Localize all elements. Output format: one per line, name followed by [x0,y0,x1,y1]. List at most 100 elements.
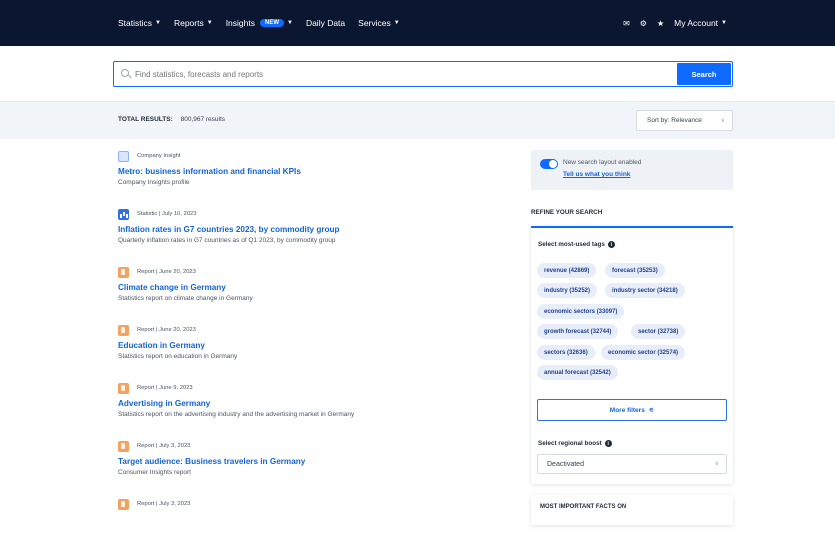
result-description: Consumer Insights report [118,469,191,476]
tag-chip[interactable]: sector (32738) [631,324,686,339]
search-area: Search [0,46,835,102]
result-meta: Statistic | July 10, 2023 [118,208,498,220]
layout-toggle-card: New search layout enabled Tell us what y… [531,150,733,190]
filter-icon: ⚟ [648,407,655,414]
result-meta-text: Report | June 20, 2023 [137,327,196,333]
total-results: TOTAL RESULTS: 800,967 results [118,116,225,123]
sort-dropdown[interactable]: Sort by: Relevance ∨ [636,110,733,131]
search-button[interactable]: Search [677,63,731,85]
result-meta-text: Report | July 3, 2023 [137,443,191,449]
refine-card: Select most-used tags i revenue (42869) … [531,226,733,484]
info-icon[interactable]: i [607,241,615,248]
chevron-down-icon: ▼ [155,20,161,26]
statistic-icon [118,208,129,220]
chevron-down-icon: ▼ [206,20,213,26]
search-icon [121,69,129,77]
result-title[interactable]: Advertising in Germany [118,399,498,408]
result-meta: Company Insight [118,150,498,162]
feedback-link[interactable]: Tell us what you think [563,171,630,178]
tag-chip[interactable]: revenue (42869) [537,263,597,278]
result-meta-text: Report | June 20, 2023 [137,269,196,275]
report-icon [118,382,129,394]
result-item: Report | July 3, 2023 [118,498,498,556]
result-item: Report | June 20, 2023 Education in Germ… [118,324,498,382]
tag-chip[interactable]: annual forecast (32542) [537,365,618,380]
regional-boost-value: Deactivated [547,460,584,468]
nav-statistics[interactable]: Statistics ▼ [118,18,161,28]
my-account-menu[interactable]: My Account ▼ [674,18,727,28]
tag-chip[interactable]: economic sector (32574) [601,345,686,360]
layout-toggle-label: New search layout enabled [563,159,642,166]
total-results-label: TOTAL RESULTS: [118,116,173,123]
company-insight-icon [118,150,129,162]
chevron-down-icon: ▼ [721,20,727,26]
tag-chip[interactable]: economic sectors (33097) [537,304,625,319]
new-badge: NEW [259,19,284,27]
result-item: Report | June 9, 2023 Advertising in Ger… [118,382,498,440]
tag-chip[interactable]: industry sector (34218) [605,283,685,298]
search-box: Search [113,61,733,87]
nav-insights[interactable]: Insights NEW ▼ [226,18,293,28]
sort-value: Sort by: Relevance [647,117,702,124]
result-description: Statistics report on climate change in G… [118,295,253,302]
nav-reports[interactable]: Reports ▼ [174,18,213,28]
top-navigation-bar: Statistics ▼ Reports ▼ Insights NEW ▼ Da… [0,0,835,46]
nav-statistics-label: Statistics [118,18,153,28]
more-filters-button[interactable]: More filters ⚟ [537,399,727,421]
chevron-down-icon: ∨ [720,118,725,124]
tag-chip[interactable]: sectors (32636) [537,345,595,360]
results-list: Company Insight Metro: business informat… [118,150,498,556]
result-meta: Report | June 20, 2023 [118,324,498,336]
result-meta-text: Report | June 9, 2023 [137,385,193,391]
total-results-value: 800,967 results [180,116,226,123]
tag-chip[interactable]: industry (35252) [537,283,598,298]
nav-right: ✉ ⚙ ★ My Account ▼ [623,0,727,46]
result-title[interactable]: Inflation rates in G7 countries 2023, by… [118,225,498,234]
results-bar: TOTAL RESULTS: 800,967 results Sort by: … [0,102,835,139]
result-item: Company Insight Metro: business informat… [118,150,498,208]
my-account-label: My Account [674,18,719,28]
nav-daily-data-label: Daily Data [305,18,346,28]
result-description: Statistics report on the advertising ind… [118,411,355,418]
chevron-down-icon: ▼ [286,20,293,26]
nav-insights-label: Insights [225,18,255,28]
regional-boost-select[interactable]: Deactivated ∨ [537,454,727,474]
result-meta-text: Report | July 3, 2023 [137,501,191,507]
gear-icon[interactable]: ⚙ [640,19,647,28]
tags-heading-label: Select most-used tags [538,241,605,248]
chevron-down-icon: ∨ [714,461,719,467]
result-item: Statistic | July 10, 2023 Inflation rate… [118,208,498,266]
nav-daily-data[interactable]: Daily Data [306,18,345,28]
more-filters-label: More filters [609,406,645,414]
result-meta: Report | June 9, 2023 [118,382,498,394]
mail-icon[interactable]: ✉ [623,19,630,28]
region-heading-label: Select regional boost [538,440,602,447]
result-title[interactable]: Education in Germany [118,341,498,350]
result-title[interactable]: Target audience: Business travelers in G… [118,457,498,466]
result-item: Report | June 20, 2023 Climate change in… [118,266,498,324]
result-meta-text: Statistic | July 10, 2023 [137,211,197,217]
result-description: Company Insights profile [118,179,190,186]
star-icon[interactable]: ★ [657,19,664,28]
search-input[interactable] [135,62,675,86]
important-facts-card: MOST IMPORTANT FACTS ON [531,495,733,525]
result-meta: Report | June 20, 2023 [118,266,498,278]
refine-heading: REFINE YOUR SEARCH [531,209,603,216]
tag-chip[interactable]: growth forecast (32744) [537,324,619,339]
chevron-down-icon: ▼ [393,20,400,26]
important-facts-heading: MOST IMPORTANT FACTS ON [540,504,627,510]
report-icon [118,498,129,510]
result-title[interactable]: Metro: business information and financia… [118,167,498,176]
result-description: Quarterly inflation rates in G7 countrie… [118,237,336,244]
nav-services-label: Services [358,18,391,28]
result-title[interactable]: Climate change in Germany [118,283,498,292]
result-meta-text: Company Insight [137,153,181,159]
nav-services[interactable]: Services ▼ [358,18,400,28]
layout-toggle-switch[interactable] [540,159,558,169]
tag-chip[interactable]: forecast (35253) [605,263,665,278]
info-icon[interactable]: i [604,440,612,447]
nav-reports-label: Reports [173,18,204,28]
main-nav: Statistics ▼ Reports ▼ Insights NEW ▼ Da… [118,0,400,46]
report-icon [118,266,129,278]
result-item: Report | July 3, 2023 Target audience: B… [118,440,498,498]
